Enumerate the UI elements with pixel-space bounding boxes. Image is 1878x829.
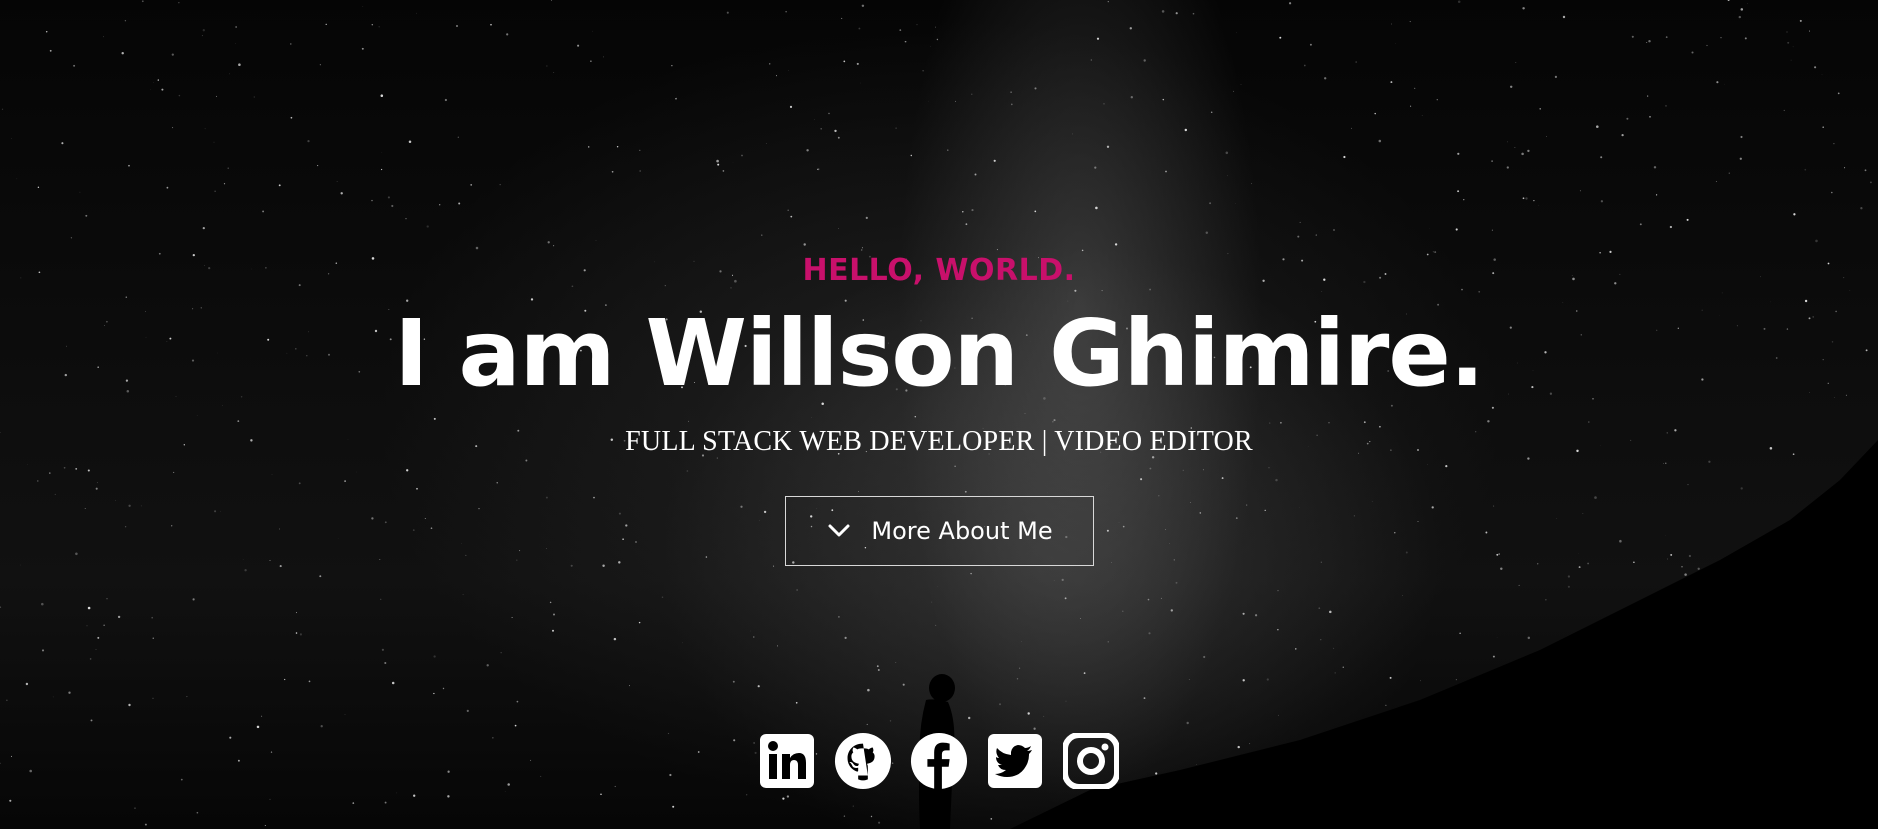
hero-section: HELLO, WORLD. I am Willson Ghimire. FULL… [0,0,1878,829]
github-icon[interactable] [834,732,892,790]
instagram-icon[interactable] [1062,732,1120,790]
facebook-icon[interactable] [910,732,968,790]
more-about-me-button[interactable]: More About Me [784,496,1094,566]
chevron-down-icon [825,520,853,542]
more-about-me-label: More About Me [871,517,1053,545]
role-subtitle: FULL STACK WEB DEVELOPER | VIDEO EDITOR [625,426,1253,457]
twitter-icon[interactable] [986,732,1044,790]
page-title: I am Willson Ghimire. [394,300,1484,407]
linkedin-icon[interactable] [758,732,816,790]
hero-content: HELLO, WORLD. I am Willson Ghimire. FULL… [0,250,1878,566]
social-links [0,732,1878,790]
greeting-text: HELLO, WORLD. [802,253,1076,288]
